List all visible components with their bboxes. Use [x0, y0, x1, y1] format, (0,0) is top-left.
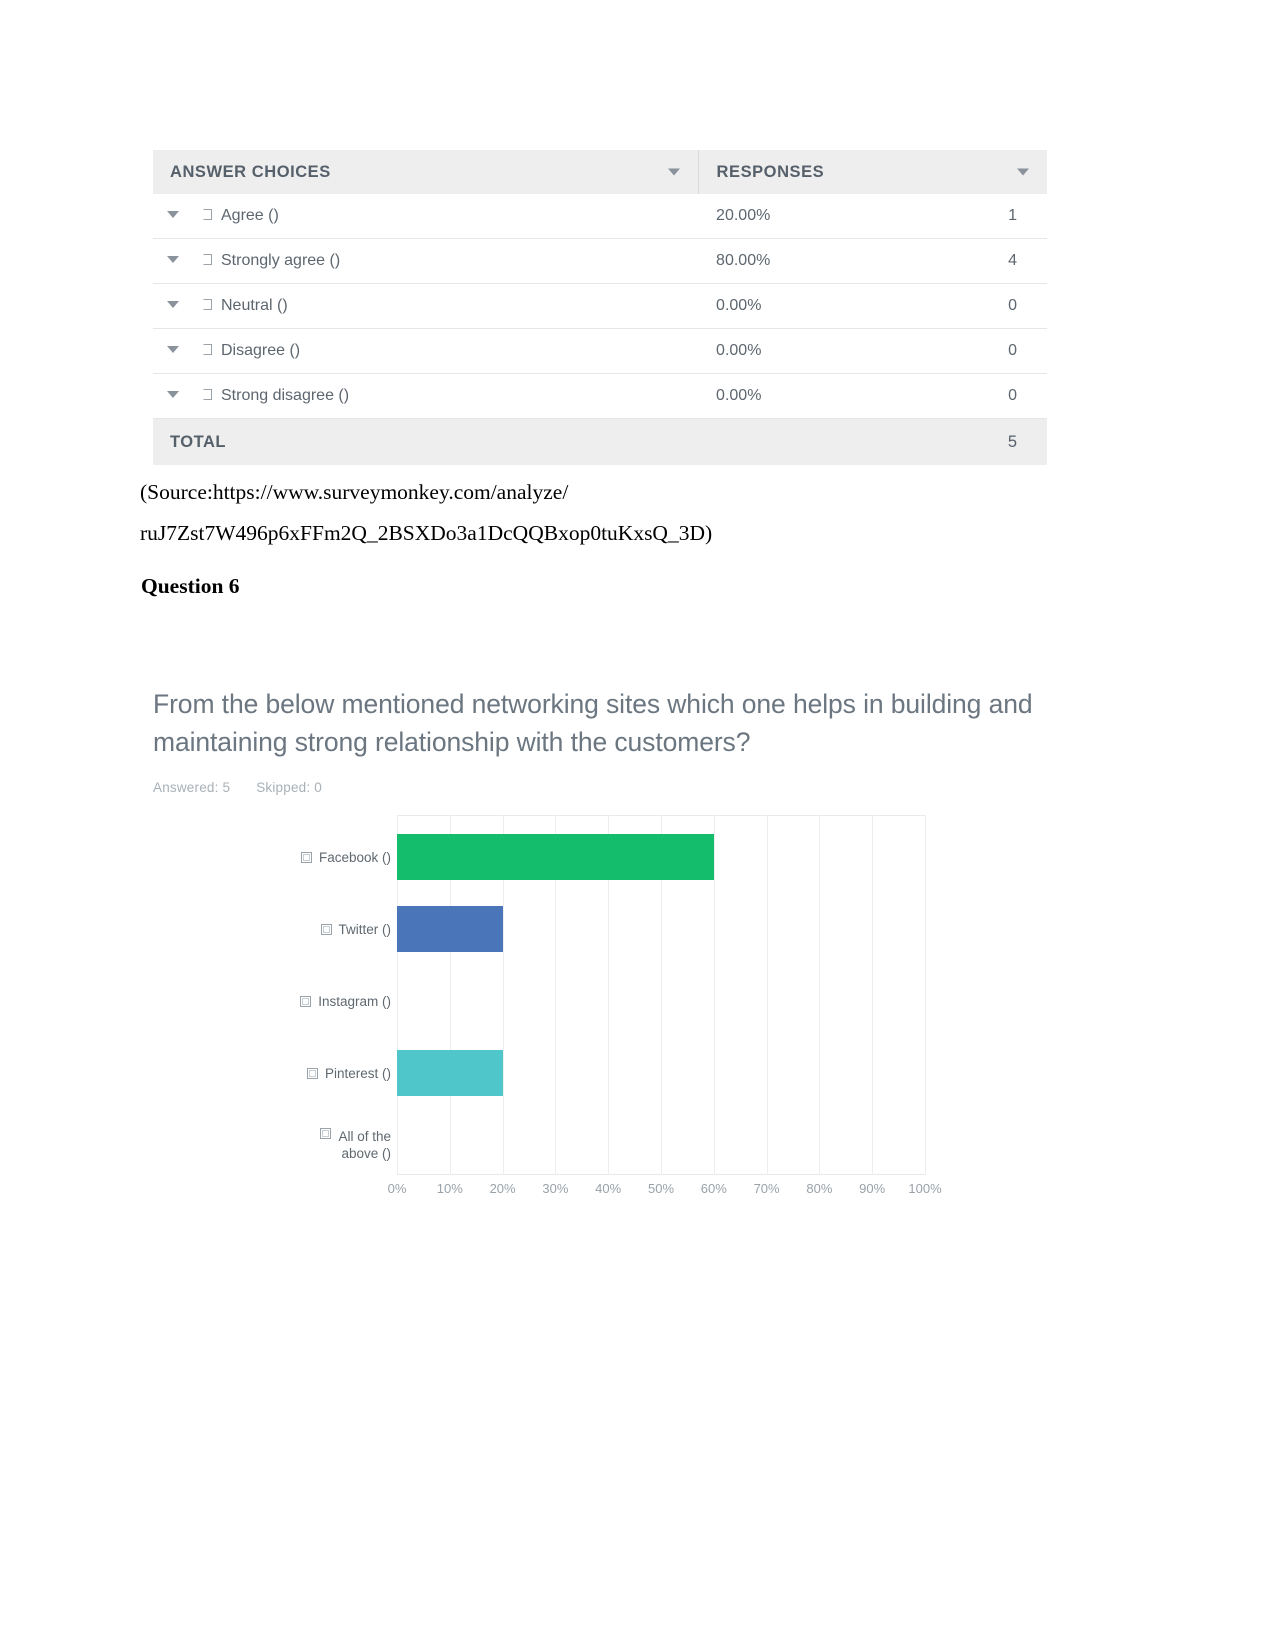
chart-category-label-text: Pinterest () [324, 1065, 391, 1081]
response-count: 4 [923, 238, 1047, 284]
checkbox-icon [306, 1067, 318, 1079]
checkbox-icon [320, 1128, 332, 1139]
color-swatch-icon [203, 209, 212, 221]
x-axis-tick-label: 100% [908, 1181, 942, 1196]
chart-title-line-2: maintaining strong relationship with the… [153, 727, 751, 757]
response-count: 0 [923, 283, 1047, 329]
chart-category-label: Instagram () [300, 965, 391, 1037]
chevron-down-icon[interactable] [167, 256, 179, 264]
chevron-down-icon[interactable] [167, 391, 179, 399]
x-axis-tick-label: 90% [859, 1181, 886, 1196]
chart-bar [397, 1050, 503, 1096]
x-axis-tick-label: 40% [595, 1181, 622, 1196]
table-row: Neutral () 0.00% 0 [153, 283, 1047, 329]
answer-choice-cell[interactable]: Neutral () [153, 283, 699, 329]
x-axis-tick-label: 80% [806, 1181, 833, 1196]
x-axis-tick-label: 50% [647, 1181, 675, 1196]
response-percent: 20.00% [698, 194, 924, 239]
answer-choice-label: Strong disagree () [221, 386, 350, 404]
answer-choice-cell[interactable]: Agree () [153, 194, 699, 239]
survey-chart: From the below mentioned networking site… [153, 685, 1083, 1215]
chart-category-label-text: All of the above () [338, 1129, 391, 1161]
answered-count: Answered: 5 [153, 780, 231, 795]
color-swatch-icon [203, 344, 212, 356]
chart-plot-area: Facebook () Twitter () Instagram () Pintere… [153, 815, 1083, 1215]
response-percent: 0.00% [698, 373, 924, 419]
column-header-answer-choices-label: ANSWER CHOICES [170, 162, 331, 181]
chart-bar-row: All of the above () [153, 1109, 1083, 1181]
table-row: Strongly agree () 80.00% 4 [153, 238, 1047, 284]
x-axis-tick-label: 60% [700, 1181, 727, 1196]
chart-category-label: Twitter () [320, 893, 392, 965]
color-swatch-icon [203, 254, 212, 266]
chart-bar-row: Instagram () [153, 965, 1083, 1037]
chart-x-axis: 0% 10% 20% 30% 40% 50% 60% 70% 80% 90% 100% [153, 1181, 1083, 1211]
answer-choice-label: Strongly agree () [221, 251, 341, 269]
chart-category-label: Facebook () [300, 821, 391, 893]
chart-bar-row: Pinterest () [153, 1037, 1083, 1109]
total-spacer [698, 418, 924, 465]
response-count: 0 [923, 373, 1047, 419]
chart-title-line-1: From the below mentioned networking site… [153, 689, 1033, 719]
table-row: Agree () 20.00% 1 [153, 194, 1047, 239]
table-row: Strong disagree () 0.00% 0 [153, 373, 1047, 419]
answer-choice-label: Disagree () [221, 341, 301, 359]
chart-category-label-text: Facebook () [318, 849, 391, 865]
x-axis-tick-label: 30% [542, 1181, 569, 1196]
checkbox-icon [300, 995, 312, 1007]
chart-category-label: Pinterest () [306, 1037, 391, 1109]
total-label: TOTAL [153, 418, 699, 465]
chevron-down-icon[interactable] [667, 168, 680, 176]
color-swatch-icon [203, 389, 212, 401]
column-header-responses[interactable]: RESPONSES [697, 150, 1047, 194]
question-heading: Question 6 [141, 574, 240, 598]
chart-bar [397, 906, 503, 952]
source-citation: (Source:https://www.surveymonkey.com/ana… [140, 472, 1040, 554]
column-header-responses-label: RESPONSES [716, 162, 825, 181]
table-row: Disagree () 0.00% 0 [153, 328, 1047, 374]
x-axis-tick-label: 70% [753, 1181, 780, 1196]
chart-category-label-text: Twitter () [338, 921, 392, 937]
chart-bar [397, 834, 714, 880]
answer-choice-label: Agree () [221, 206, 279, 224]
survey-results-table: ANSWER CHOICES RESPONSES Agree () 20.00%… [153, 150, 1047, 465]
table-total-row: TOTAL 5 [153, 418, 1047, 465]
chart-category-label-text: Instagram () [318, 993, 391, 1009]
chevron-down-icon[interactable] [167, 211, 179, 219]
chart-response-meta: Answered: 5 Skipped: 0 [153, 780, 1083, 795]
column-header-answer-choices[interactable]: ANSWER CHOICES [153, 150, 699, 194]
document-page: ANSWER CHOICES RESPONSES Agree () 20.00%… [0, 0, 1275, 1650]
response-count: 0 [923, 328, 1047, 374]
source-line-1: (Source:https://www.surveymonkey.com/ana… [140, 480, 569, 504]
skipped-count: Skipped: 0 [256, 780, 322, 795]
chevron-down-icon[interactable] [167, 301, 179, 309]
chevron-down-icon[interactable] [167, 346, 179, 354]
answer-choice-label: Neutral () [221, 296, 288, 314]
chevron-down-icon[interactable] [1017, 168, 1029, 176]
response-percent: 0.00% [698, 283, 924, 329]
answer-choice-cell[interactable]: Strong disagree () [153, 373, 699, 419]
x-axis-tick-label: 0% [387, 1181, 407, 1196]
chart-title: From the below mentioned networking site… [153, 685, 1083, 761]
color-swatch-icon [203, 299, 212, 311]
x-axis-tick-label: 20% [489, 1181, 516, 1196]
chart-bar-row: Facebook () [153, 821, 1083, 893]
response-percent: 0.00% [698, 328, 924, 374]
answer-choice-cell[interactable]: Strongly agree () [153, 238, 699, 284]
table-header-row: ANSWER CHOICES RESPONSES [153, 150, 1047, 194]
response-percent: 80.00% [698, 238, 924, 284]
source-line-2: ruJ7Zst7W496p6xFFm2Q_2BSXDo3a1DcQQBxop0t… [140, 521, 713, 545]
response-count: 1 [923, 194, 1047, 239]
chart-bar-row: Twitter () [153, 893, 1083, 965]
checkbox-icon [300, 851, 312, 863]
chart-category-label: All of the above () [320, 1109, 391, 1181]
total-count: 5 [923, 418, 1047, 465]
answer-choice-cell[interactable]: Disagree () [153, 328, 699, 374]
x-axis-tick-label: 10% [436, 1181, 463, 1196]
checkbox-icon [320, 923, 332, 935]
